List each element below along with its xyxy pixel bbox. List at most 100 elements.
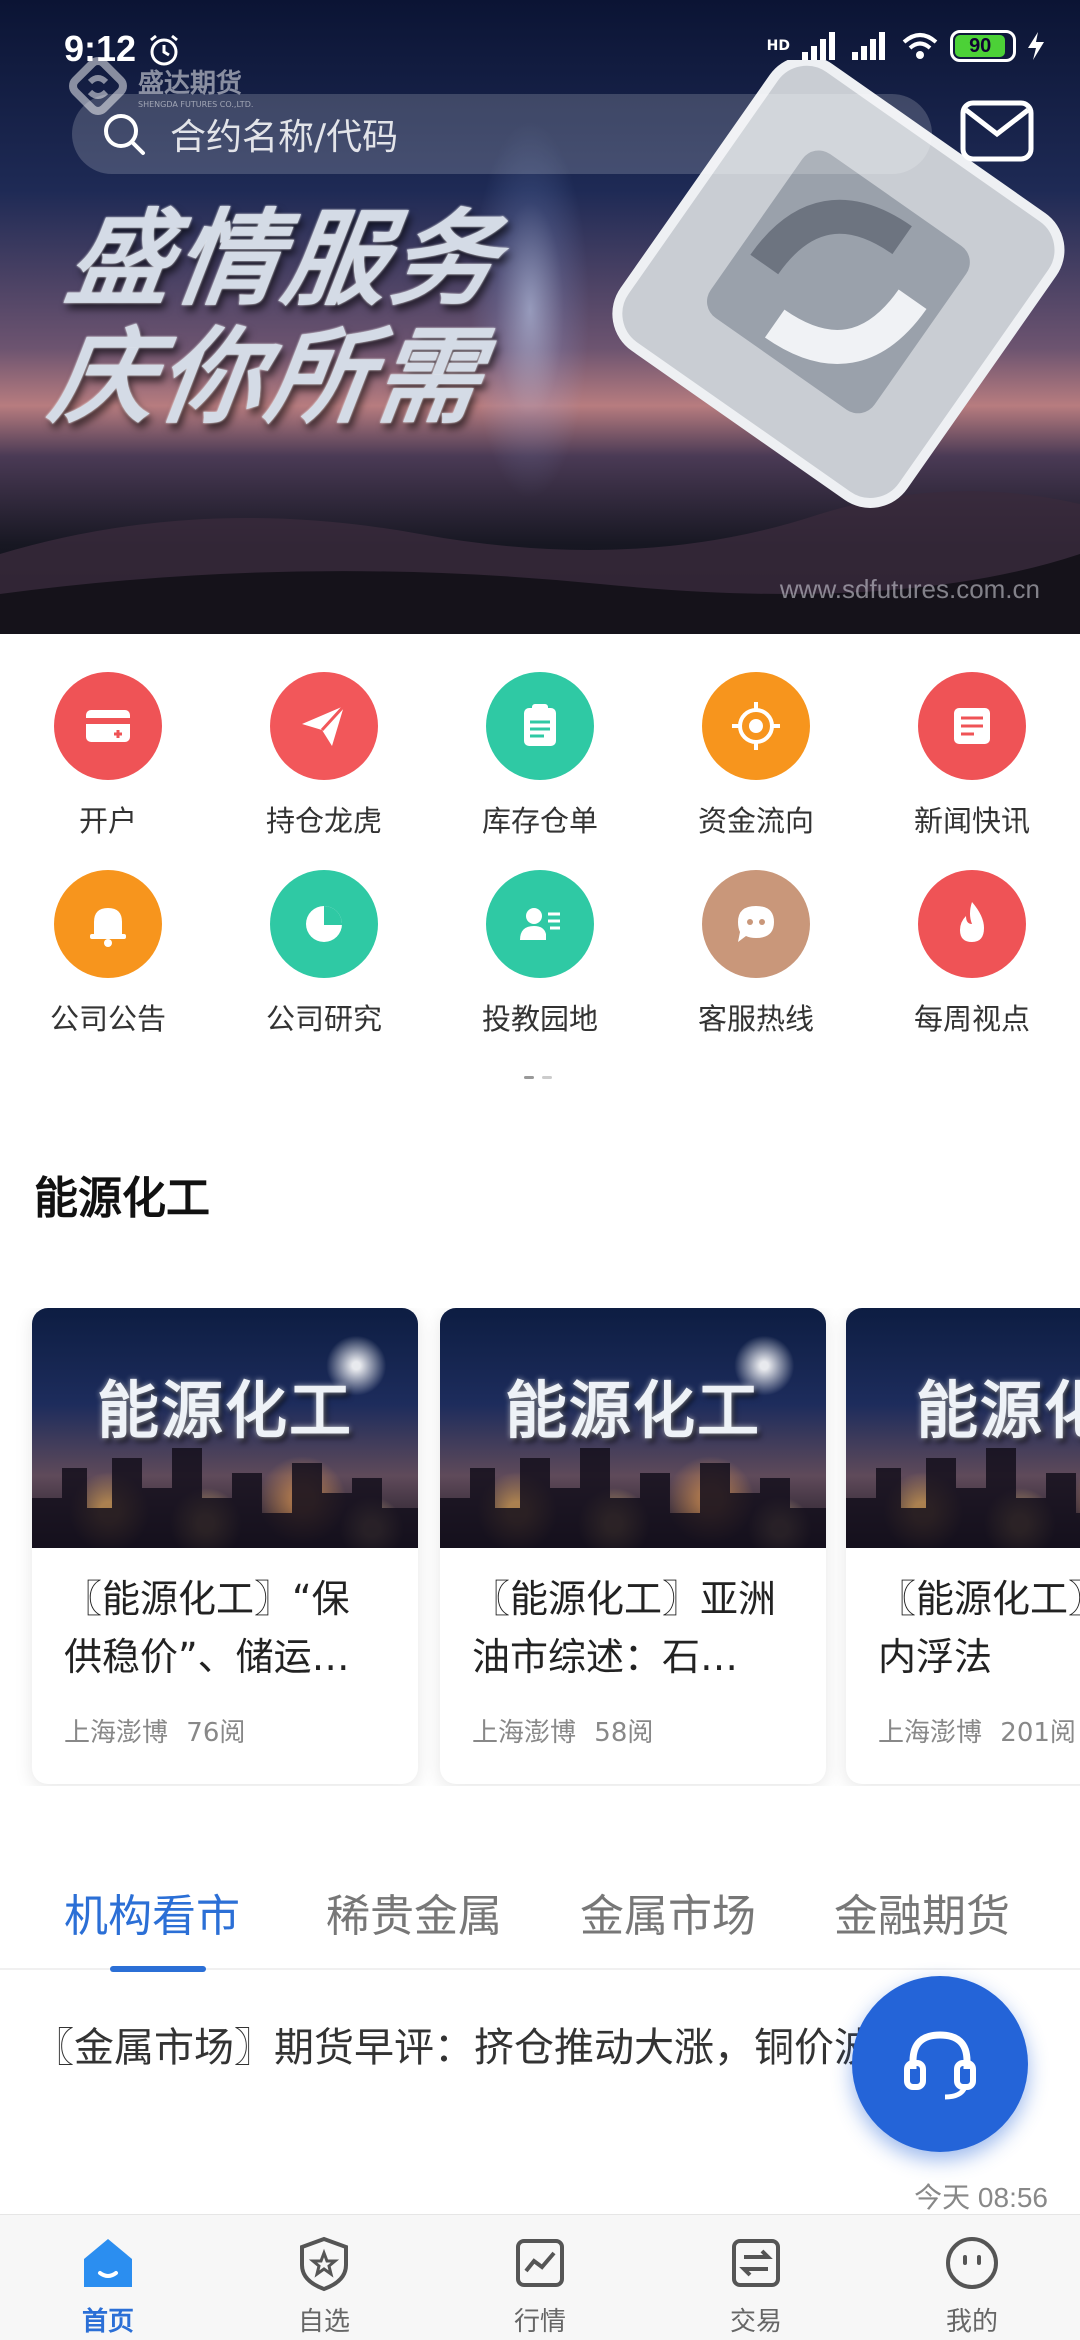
article-thumbnail: 能源化工 xyxy=(440,1308,826,1548)
article-thumbnail: 能源化工 xyxy=(32,1308,418,1548)
nav-trade[interactable]: 交易 xyxy=(648,2215,864,2340)
active-tab-indicator xyxy=(110,1966,206,1972)
banner-slogan: 盛情服务 庆你所需 xyxy=(43,198,596,438)
quick-item-fund-flow[interactable]: 资金流向 xyxy=(648,672,864,870)
article-source: 上海澎博 xyxy=(64,1718,169,1748)
clipboard-icon xyxy=(486,672,594,780)
pager-dots xyxy=(524,1076,552,1079)
thumbnail-label: 能源化工 xyxy=(504,1374,761,1447)
slogan-line-2: 庆你所需 xyxy=(43,316,493,438)
nav-label: 行情 xyxy=(513,2307,566,2337)
thumbnail-label: 能源化工 xyxy=(96,1374,353,1447)
status-bar: 9:12 HD 90 xyxy=(0,0,1080,96)
quick-item-positions[interactable]: 持仓龙虎 xyxy=(216,672,432,870)
pager-dot xyxy=(542,1076,552,1079)
quick-item-warehouse[interactable]: 库存仓单 xyxy=(432,672,648,870)
mail-icon[interactable] xyxy=(960,100,1034,162)
charging-bolt-icon xyxy=(1028,32,1044,60)
article-source: 上海澎博 xyxy=(878,1718,983,1748)
quick-menu: 开户 持仓龙虎 库存仓单 资金流向 新闻快讯 公司公告 公司研究 投教园地 客服… xyxy=(0,672,1080,1068)
search-input[interactable]: 合约名称/代码 xyxy=(72,94,932,174)
article-card[interactable]: 能源化工 〖能源化工〗“保供稳价”、储运… 上海澎博 76阅 xyxy=(32,1308,418,1784)
quick-item-label: 新闻快讯 xyxy=(913,804,1030,838)
nav-label: 自选 xyxy=(297,2307,350,2337)
article-reads: 76阅 xyxy=(186,1718,246,1748)
article-thumbnail: 能源化 xyxy=(846,1308,1080,1548)
quick-item-education[interactable]: 投教园地 xyxy=(432,870,648,1068)
quick-item-label: 每周视点 xyxy=(913,1002,1030,1036)
article-reads: 58阅 xyxy=(594,1718,654,1748)
quick-item-weekly-view[interactable]: 每周视点 xyxy=(864,870,1080,1068)
quick-item-announcements[interactable]: 公司公告 xyxy=(0,870,216,1068)
alarm-clock-icon xyxy=(150,34,178,66)
quick-item-label: 客服热线 xyxy=(697,1002,814,1036)
nav-watchlist[interactable]: 自选 xyxy=(216,2215,432,2340)
article-meta: 上海澎博 58阅 xyxy=(440,1692,826,1749)
wifi-icon xyxy=(902,33,938,59)
quick-item-hotline[interactable]: 客服热线 xyxy=(648,870,864,1068)
paper-plane-icon xyxy=(270,672,378,780)
signal-icon-1 xyxy=(802,32,835,60)
article-title: 〖能源化工〗末国内浮法 xyxy=(878,1577,1080,1679)
thumbnail-label: 能源化 xyxy=(916,1374,1080,1447)
article-card[interactable]: 能源化工 〖能源化工〗亚洲油市综述：石… 上海澎博 58阅 xyxy=(440,1308,826,1784)
bottom-navigation: 首页 自选 行情 交易 我的 xyxy=(0,2214,1080,2340)
section-title: 能源化工 xyxy=(34,1173,210,1224)
battery-icon: 90 xyxy=(950,30,1016,62)
pager-dot-active xyxy=(524,1076,534,1079)
search-placeholder: 合约名称/代码 xyxy=(170,117,399,158)
nav-label: 我的 xyxy=(945,2307,998,2337)
quick-item-label: 开户 xyxy=(78,804,137,838)
article-title: 〖能源化工〗“保供稳价”、储运… xyxy=(64,1577,350,1679)
bell-icon xyxy=(54,870,162,978)
nav-profile[interactable]: 我的 xyxy=(864,2215,1080,2340)
card-icon xyxy=(54,672,162,780)
news-timestamp: 今天 08:56 xyxy=(914,2182,1048,2213)
teacher-icon xyxy=(486,870,594,978)
smiley-face-icon xyxy=(946,2237,998,2289)
quick-item-label: 公司公告 xyxy=(49,1002,166,1036)
article-title: 〖能源化工〗亚洲油市综述：石… xyxy=(472,1577,777,1679)
hd-label: HD xyxy=(766,38,790,54)
headset-icon xyxy=(904,2031,976,2100)
tab-metals-market[interactable]: 金属市场 xyxy=(580,1880,756,1944)
tab-institution-view[interactable]: 机构看市 xyxy=(64,1880,240,1944)
tab-precious-metals[interactable]: 稀贵金属 xyxy=(326,1880,502,1944)
quick-item-research[interactable]: 公司研究 xyxy=(216,870,432,1068)
nav-market[interactable]: 行情 xyxy=(432,2215,648,2340)
category-tabs: 机构看市 稀贵金属 金属市场 金融期货 xyxy=(0,1870,1080,1972)
chart-line-icon xyxy=(516,2239,564,2287)
quick-item-label: 持仓龙虎 xyxy=(265,804,382,838)
quick-item-label: 投教园地 xyxy=(481,1002,598,1036)
nav-label: 交易 xyxy=(729,2307,782,2337)
status-time: 9:12 xyxy=(64,28,137,69)
quick-item-label: 库存仓单 xyxy=(481,804,598,838)
exchange-icon xyxy=(732,2239,780,2287)
news-icon xyxy=(918,672,1026,780)
target-icon xyxy=(702,672,810,780)
quick-item-open-account[interactable]: 开户 xyxy=(0,672,216,870)
article-source: 上海澎博 xyxy=(472,1718,577,1748)
status-icons: HD 90 xyxy=(767,30,1046,62)
shield-star-icon xyxy=(300,2236,348,2292)
article-carousel[interactable]: 能源化工 〖能源化工〗“保供稳价”、储运… 上海澎博 76阅 能源化工 〖能源化… xyxy=(0,1308,1080,1786)
article-meta: 上海澎博 201阅 xyxy=(846,1692,1080,1749)
article-card[interactable]: 能源化 〖能源化工〗末国内浮法 上海澎博 201阅 xyxy=(846,1308,1080,1784)
pie-chart-icon xyxy=(270,870,378,978)
article-meta: 上海澎博 76阅 xyxy=(32,1692,418,1749)
flame-icon xyxy=(918,870,1026,978)
customer-service-button[interactable] xyxy=(852,1976,1028,2152)
nav-label: 首页 xyxy=(81,2307,134,2337)
chat-bubble-icon xyxy=(702,870,810,978)
quick-item-news[interactable]: 新闻快讯 xyxy=(864,672,1080,870)
tab-financial-futures[interactable]: 金融期货 xyxy=(834,1880,1010,1944)
search-icon xyxy=(104,114,145,155)
article-reads: 201阅 xyxy=(1000,1718,1076,1748)
signal-icon-2 xyxy=(852,32,885,60)
quick-item-label: 公司研究 xyxy=(265,1002,382,1036)
banner-url: www.sdfutures.com.cn xyxy=(779,574,1040,604)
slogan-line-1: 盛情服务 xyxy=(59,198,509,320)
home-icon xyxy=(84,2239,132,2287)
nav-home[interactable]: 首页 xyxy=(0,2215,216,2340)
quick-item-label: 资金流向 xyxy=(697,804,814,838)
